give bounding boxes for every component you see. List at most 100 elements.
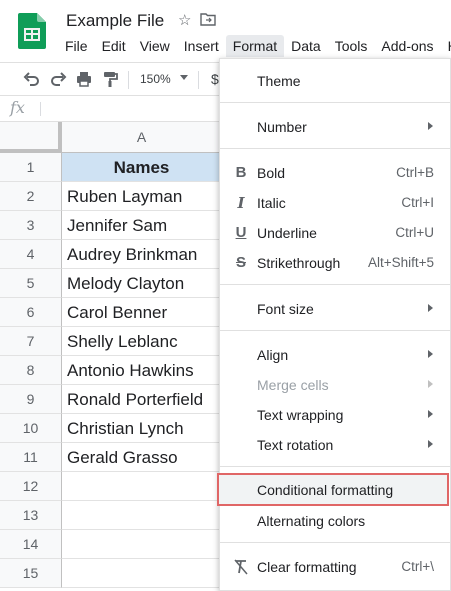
menu-item-label: Italic: [257, 195, 286, 211]
select-all-corner[interactable]: [0, 122, 62, 153]
row-header[interactable]: 6: [0, 298, 62, 327]
menu-shortcut: Ctrl+\: [401, 559, 434, 574]
menu-shortcut: Alt+Shift+5: [367, 255, 434, 270]
undo-icon[interactable]: [22, 69, 42, 89]
cell-a5[interactable]: Melody Clayton: [62, 269, 222, 298]
star-icon[interactable]: ☆: [178, 11, 191, 29]
menu-item-clear-formatting[interactable]: Clear formatting Ctrl+\: [220, 552, 451, 582]
cell-a11[interactable]: Gerald Grasso: [62, 443, 222, 472]
print-icon[interactable]: [74, 69, 94, 89]
toolbar-divider: [198, 71, 199, 89]
menu-item-label: Theme: [257, 73, 301, 89]
paint-format-icon[interactable]: [100, 69, 120, 89]
menu-edit[interactable]: Edit: [95, 35, 133, 57]
column-header-a[interactable]: A: [62, 122, 222, 153]
document-title[interactable]: Example File: [66, 11, 164, 31]
menu-item-align[interactable]: Align: [220, 340, 451, 370]
menu-item-label: Bold: [257, 165, 286, 181]
row-header[interactable]: 7: [0, 327, 62, 356]
move-folder-icon[interactable]: [200, 12, 216, 26]
menu-bar: File Edit View Insert Format Data Tools …: [58, 35, 451, 57]
menu-item-text-rotation[interactable]: Text rotation: [220, 430, 451, 460]
menu-divider: [220, 284, 451, 285]
row-header[interactable]: 13: [0, 501, 62, 530]
toolbar-divider: [128, 71, 129, 89]
cell-a12[interactable]: [62, 472, 222, 501]
italic-icon: I: [237, 194, 245, 212]
cell-a14[interactable]: [62, 530, 222, 559]
menu-item-theme[interactable]: Theme: [220, 66, 451, 96]
menu-item-label: Strikethrough: [257, 255, 341, 271]
row-header[interactable]: 1: [0, 153, 62, 182]
submenu-arrow-icon: [428, 304, 433, 312]
row-header[interactable]: 5: [0, 269, 62, 298]
row-header[interactable]: 11: [0, 443, 62, 472]
row-header[interactable]: 14: [0, 530, 62, 559]
menu-item-number[interactable]: Number: [220, 112, 451, 142]
menu-file[interactable]: File: [58, 35, 95, 57]
cell-a6[interactable]: Carol Benner: [62, 298, 222, 327]
bold-icon: B: [235, 164, 247, 181]
menu-item-conditional-formatting[interactable]: Conditional formatting: [217, 473, 449, 506]
app-header: Example File ☆ File Edit View Insert For…: [0, 0, 451, 60]
row-header[interactable]: 3: [0, 211, 62, 240]
zoom-caret-icon[interactable]: [180, 75, 188, 80]
clear-formatting-icon: [234, 559, 248, 575]
menu-divider: [220, 330, 451, 331]
row-header[interactable]: 2: [0, 182, 62, 211]
menu-item-label: Font size: [257, 301, 314, 317]
cell-a8[interactable]: Antonio Hawkins: [62, 356, 222, 385]
row-header[interactable]: 10: [0, 414, 62, 443]
menu-item-label: Merge cells: [257, 377, 329, 393]
submenu-arrow-icon: [428, 380, 433, 388]
menu-item-italic[interactable]: I Italic Ctrl+I: [220, 188, 451, 218]
sheets-logo-icon[interactable]: [18, 13, 46, 49]
menu-shortcut: Ctrl+B: [396, 165, 434, 180]
submenu-arrow-icon: [428, 410, 433, 418]
cell-a1[interactable]: Names: [62, 153, 222, 182]
cell-a2[interactable]: Ruben Layman: [62, 182, 222, 211]
cell-a9[interactable]: Ronald Porterfield: [62, 385, 222, 414]
cell-a3[interactable]: Jennifer Sam: [62, 211, 222, 240]
menu-view[interactable]: View: [133, 35, 177, 57]
fx-icon: fx: [10, 98, 25, 117]
strikethrough-icon: S: [235, 254, 246, 271]
menu-tools[interactable]: Tools: [328, 35, 375, 57]
menu-item-font-size[interactable]: Font size: [220, 294, 451, 324]
cell-a7[interactable]: Shelly Leblanc: [62, 327, 222, 356]
formula-input[interactable]: [40, 102, 41, 116]
menu-divider: [220, 148, 451, 149]
menu-item-alternating-colors[interactable]: Alternating colors: [220, 506, 451, 536]
menu-item-label: Clear formatting: [257, 559, 357, 575]
menu-data[interactable]: Data: [284, 35, 328, 57]
submenu-arrow-icon: [428, 440, 433, 448]
zoom-select[interactable]: 150%: [140, 72, 171, 86]
menu-item-merge-cells: Merge cells: [220, 370, 451, 400]
cell-a15[interactable]: [62, 559, 222, 588]
currency-format-button[interactable]: $: [211, 71, 219, 87]
menu-item-underline[interactable]: U Underline Ctrl+U: [220, 218, 451, 248]
cell-a4[interactable]: Audrey Brinkman: [62, 240, 222, 269]
row-header[interactable]: 4: [0, 240, 62, 269]
menu-help[interactable]: Hel: [441, 35, 451, 57]
submenu-arrow-icon: [428, 122, 433, 130]
row-header[interactable]: 9: [0, 385, 62, 414]
menu-item-label: Text rotation: [257, 437, 334, 453]
menu-item-label: Alternating colors: [257, 513, 366, 529]
menu-insert[interactable]: Insert: [177, 35, 226, 57]
cell-a13[interactable]: [62, 501, 222, 530]
menu-item-bold[interactable]: B Bold Ctrl+B: [220, 158, 451, 188]
row-header[interactable]: 8: [0, 356, 62, 385]
redo-icon[interactable]: [48, 69, 68, 89]
menu-item-label: Conditional formatting: [257, 482, 394, 498]
row-header[interactable]: 15: [0, 559, 62, 588]
menu-format[interactable]: Format: [225, 35, 285, 57]
menu-divider: [220, 542, 451, 543]
menu-item-label: Number: [257, 119, 307, 135]
menu-divider: [220, 466, 451, 467]
row-header[interactable]: 12: [0, 472, 62, 501]
menu-item-text-wrapping[interactable]: Text wrapping: [220, 400, 451, 430]
menu-addons[interactable]: Add-ons: [374, 35, 440, 57]
cell-a10[interactable]: Christian Lynch: [62, 414, 222, 443]
menu-item-strikethrough[interactable]: S Strikethrough Alt+Shift+5: [220, 248, 451, 278]
